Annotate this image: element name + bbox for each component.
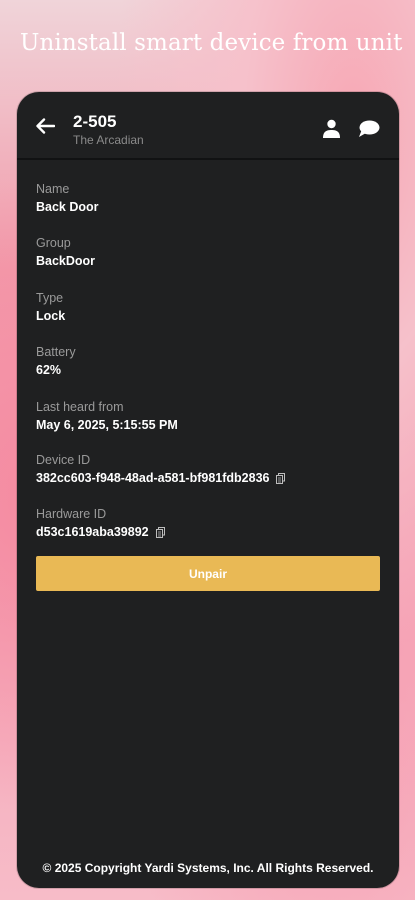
field-last-heard: Last heard from May 6, 2025, 5:15:55 PM	[36, 400, 178, 432]
field-label: Name	[36, 182, 70, 196]
field-type: Type Lock	[36, 291, 65, 323]
field-label: Battery	[36, 345, 76, 359]
field-battery: Battery 62%	[36, 345, 76, 377]
page-headline: Uninstall smart device from unit	[20, 30, 403, 56]
field-device-id: Device ID 382cc603-f948-48ad-a581-bf981f…	[36, 453, 286, 485]
chat-bubble-icon[interactable]	[358, 120, 380, 138]
unpair-button[interactable]: Unpair	[36, 556, 380, 591]
field-value: 62%	[36, 363, 62, 377]
copy-icon[interactable]	[155, 526, 165, 538]
app-bar: 2-505 The Arcadian	[17, 92, 399, 160]
field-label: Device ID	[36, 453, 91, 467]
field-value: 382cc603-f948-48ad-a581-bf981fdb2836	[36, 471, 270, 485]
field-value: Back Door	[36, 200, 99, 214]
person-icon[interactable]	[322, 119, 341, 138]
field-value: May 6, 2025, 5:15:55 PM	[36, 418, 178, 432]
back-arrow-icon[interactable]	[35, 118, 55, 134]
field-name: Name Back Door	[36, 182, 99, 214]
copyright-footer: © 2025 Copyright Yardi Systems, Inc. All…	[42, 861, 374, 875]
copy-icon[interactable]	[276, 472, 286, 484]
field-hardware-id: Hardware ID d53c1619aba39892	[36, 507, 165, 539]
field-group: Group BackDoor	[36, 236, 95, 268]
field-value: BackDoor	[36, 254, 96, 268]
field-label: Hardware ID	[36, 507, 107, 521]
field-label: Group	[36, 236, 71, 250]
field-label: Last heard from	[36, 400, 124, 414]
unit-title: 2-505	[73, 112, 117, 131]
property-name: The Arcadian	[73, 133, 144, 147]
field-value: Lock	[36, 309, 66, 323]
field-label: Type	[36, 291, 64, 305]
field-value: d53c1619aba39892	[36, 525, 149, 539]
device-panel: 2-505 The Arcadian Name Back Door Group …	[17, 92, 399, 888]
